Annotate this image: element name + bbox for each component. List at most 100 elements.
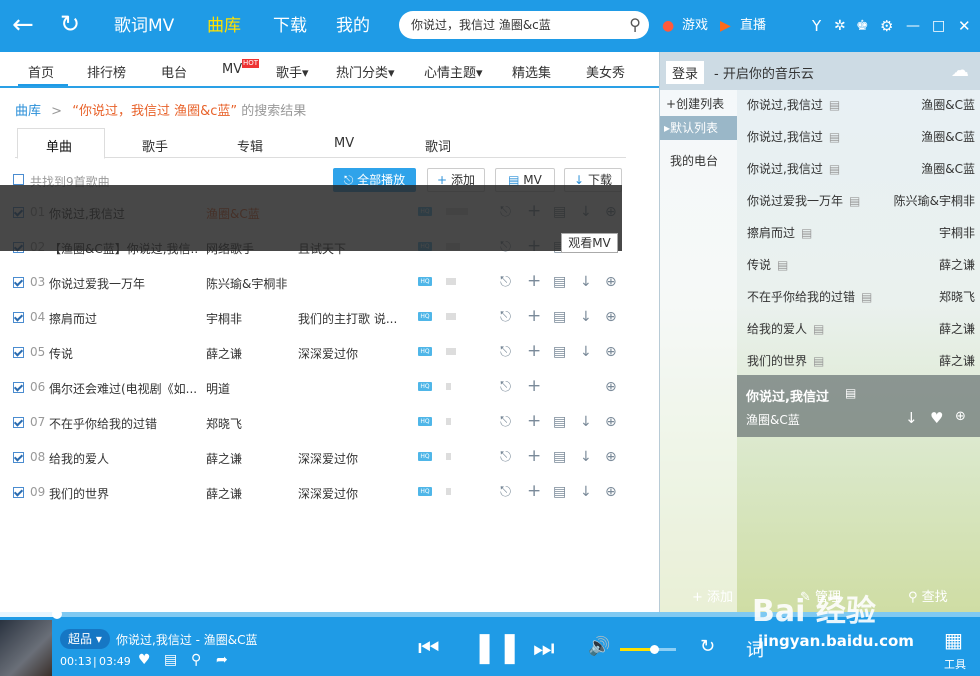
tab-mv[interactable]: MV [334, 136, 354, 151]
song-title[interactable]: 我们的世界 [49, 485, 199, 502]
row-checkbox[interactable] [13, 417, 24, 428]
playlist-item[interactable]: 你说过,我信过 ▤ 渔圈&C蓝 [747, 160, 975, 177]
song-title[interactable]: 给我的爱人 [49, 450, 199, 467]
film-icon[interactable]: ▤ [553, 414, 566, 430]
row-checkbox[interactable] [13, 382, 24, 393]
now-playing-item[interactable]: 你说过,我信过 ▤ 渔圈&C蓝 ↓ ♥ ⊕ [737, 375, 980, 437]
plus-icon[interactable]: + [527, 481, 541, 501]
more-icon[interactable]: ⊕ [605, 414, 617, 430]
login-button[interactable]: 登录 [666, 61, 705, 84]
share-icon[interactable]: ➦ [216, 652, 228, 668]
song-artist[interactable]: 宇桐非 [206, 310, 296, 327]
row-checkbox[interactable] [13, 487, 24, 498]
headphone-icon[interactable]: ⎋ [500, 379, 511, 395]
nav-lyrics-mv[interactable]: 歌词MV [114, 0, 174, 52]
headphone-icon[interactable]: ⎋ [500, 344, 511, 360]
sidebar-item-my-radio[interactable]: 我的电台 [670, 152, 718, 169]
playlist-item[interactable]: 你说过,我信过 ▤ 渔圈&C蓝 [747, 96, 975, 113]
album-cover[interactable] [0, 620, 52, 676]
skin-icon[interactable]: Υ [812, 0, 821, 52]
film-icon[interactable]: ▤ [553, 484, 566, 500]
film-icon[interactable]: ▤ [553, 344, 566, 360]
song-album[interactable]: 深深爱过你 [298, 345, 408, 362]
headphone-icon[interactable]: ⎋ [500, 414, 511, 430]
volume-icon[interactable]: 🔊 [588, 636, 610, 657]
headphone-icon[interactable]: ⎋ [500, 449, 511, 465]
more-icon[interactable]: ⊕ [605, 344, 617, 360]
headphone-icon[interactable]: ⎋ [500, 484, 511, 500]
back-icon[interactable]: ← [12, 10, 34, 40]
next-icon[interactable]: ⏭ [533, 634, 555, 662]
download-icon[interactable]: ↓ [580, 274, 592, 290]
subnav-singer[interactable]: 歌手▾ [276, 62, 309, 81]
plus-icon[interactable]: + [527, 271, 541, 291]
row-checkbox[interactable] [13, 277, 24, 288]
plus-icon[interactable]: + [527, 341, 541, 361]
playlist-item[interactable]: 擦肩而过 ▤ 宇桐非 [747, 224, 975, 241]
panel-search-button[interactable]: ⚲ 查找 [908, 586, 948, 605]
subnav-home[interactable]: 首页 [28, 62, 54, 81]
nav-mine[interactable]: 我的 [336, 0, 370, 52]
film-icon[interactable]: ▤ [553, 274, 566, 290]
song-title[interactable]: 你说过爱我一万年 [49, 275, 199, 292]
shirt-icon[interactable]: ♚ [856, 0, 869, 52]
plus-icon[interactable]: + [527, 306, 541, 326]
tab-album[interactable]: 专辑 [237, 136, 263, 155]
row-checkbox[interactable] [13, 312, 24, 323]
plus-icon[interactable]: + [527, 446, 541, 466]
song-title[interactable]: 擦肩而过 [49, 310, 199, 327]
tab-singer[interactable]: 歌手 [142, 136, 168, 155]
song-title[interactable]: 不在乎你给我的过错 [49, 415, 199, 432]
playlist-item[interactable]: 你说过爱我一万年 ▤ 陈兴瑜&宇桐非 [747, 192, 975, 209]
previous-icon[interactable]: ⏮ [418, 634, 440, 662]
repeat-icon[interactable]: ↻ [700, 636, 715, 657]
plus-icon[interactable]: + [527, 376, 541, 396]
table-row[interactable]: 05 传说 薛之谦 深深爱过你 HQ ⎋ + ▤ ↓ ⊕ [0, 335, 640, 370]
search-icon[interactable]: ⚲ [629, 11, 641, 39]
song-album[interactable]: 我们的主打歌 说... [298, 310, 408, 327]
playlist-item[interactable]: 我们的世界 ▤ 薛之谦 [747, 352, 975, 369]
song-title[interactable]: 传说 [49, 345, 199, 362]
more-icon[interactable]: ⊕ [605, 274, 617, 290]
download-icon[interactable]: ↓ [580, 414, 592, 430]
row-checkbox[interactable] [13, 452, 24, 463]
game-icon[interactable]: ● [662, 0, 674, 52]
grid-icon[interactable]: ▦ [944, 628, 963, 652]
plus-icon[interactable]: + [527, 411, 541, 431]
download-icon[interactable]: ↓ [580, 344, 592, 360]
table-row[interactable]: 06 偶尔还会难过(电视剧《如... 明道 HQ ⎋ + ⊕ [0, 370, 640, 405]
subnav-featured[interactable]: 精选集 [512, 62, 551, 81]
row-checkbox[interactable] [13, 347, 24, 358]
table-row[interactable]: 03 你说过爱我一万年 陈兴瑜&宇桐非 HQ ⎋ + ▤ ↓ ⊕ [0, 265, 640, 300]
playlist-item[interactable]: 不在乎你给我的过错 ▤ 郑晓飞 [747, 288, 975, 305]
tab-single[interactable]: 单曲 [46, 136, 72, 155]
progress-knob[interactable] [51, 609, 62, 619]
heart-icon[interactable]: ♥ [138, 652, 151, 668]
create-list-button[interactable]: +创建列表 [666, 95, 724, 112]
select-all-checkbox[interactable] [13, 174, 24, 185]
game-link[interactable]: 游戏 [682, 0, 708, 52]
subnav-beauty-show[interactable]: 美女秀 [586, 62, 625, 81]
pause-icon[interactable]: ❚❚ [472, 630, 522, 665]
tools-label[interactable]: 工具 [944, 656, 966, 672]
table-row[interactable]: 07 不在乎你给我的过错 郑晓飞 HQ ⎋ + ▤ ↓ ⊕ [0, 405, 640, 440]
breadcrumb-root[interactable]: 曲库 [15, 104, 41, 119]
live-icon[interactable]: ▶ [720, 0, 731, 52]
close-icon[interactable]: ✕ [958, 0, 971, 52]
settings-spark-icon[interactable]: ✲ [834, 0, 846, 52]
gear-icon[interactable]: ⚙ [880, 0, 893, 52]
subnav-mood[interactable]: 心情主题▾ [424, 62, 483, 81]
table-row[interactable]: 09 我们的世界 薛之谦 深深爱过你 HQ ⎋ + ▤ ↓ ⊕ [0, 475, 640, 510]
headphone-icon[interactable]: ⎋ [500, 309, 511, 325]
microphone-icon[interactable]: ⚲ [191, 652, 201, 668]
heart-icon[interactable]: ♥ [930, 409, 943, 427]
more-icon[interactable]: ⊕ [605, 484, 617, 500]
table-row[interactable]: 04 擦肩而过 宇桐非 我们的主打歌 说... HQ ⎋ + ▤ ↓ ⊕ [0, 300, 640, 335]
cloud-icon[interactable]: ☁ [951, 60, 969, 81]
song-artist[interactable]: 薛之谦 [206, 485, 296, 502]
search-input[interactable]: 你说过，我信过 渔圈&c蓝 ⚲ [399, 11, 649, 39]
maximize-icon[interactable]: □ [932, 0, 945, 52]
song-title[interactable]: 偶尔还会难过(电视剧《如... [49, 380, 199, 397]
refresh-icon[interactable]: ↻ [60, 10, 80, 38]
song-artist[interactable]: 陈兴瑜&宇桐非 [206, 275, 296, 292]
